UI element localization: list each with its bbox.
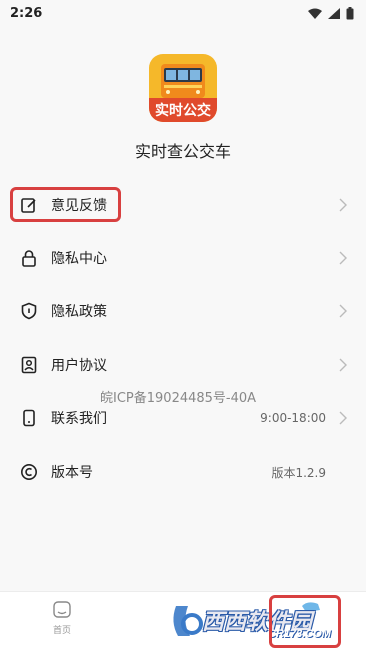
shield-icon bbox=[21, 302, 37, 320]
menu-item-user-agreement[interactable]: 用户协议 bbox=[0, 345, 366, 385]
tab-home[interactable]: 首页 bbox=[42, 600, 82, 644]
menu-label: 隐私中心 bbox=[51, 251, 107, 267]
highlight-feedback bbox=[10, 187, 121, 222]
app-name: 实时查公交车 bbox=[134, 142, 231, 161]
copyright-icon bbox=[21, 464, 37, 480]
menu-value: 版本1.2.9 bbox=[271, 465, 326, 480]
home-icon bbox=[53, 601, 71, 618]
chevron-right-icon bbox=[339, 358, 347, 372]
highlight-tab bbox=[269, 595, 341, 648]
user-doc-icon bbox=[21, 356, 37, 374]
tab-home-label: 首页 bbox=[52, 626, 71, 636]
signal-icon bbox=[328, 7, 340, 19]
menu-item-version: 版本号 版本1.2.9 bbox=[0, 452, 366, 492]
app-icon: 实时公交 bbox=[149, 54, 217, 122]
menu-label: 版本号 bbox=[51, 465, 93, 481]
menu-label: 联系我们 bbox=[51, 411, 107, 427]
wifi-icon bbox=[308, 8, 322, 19]
chevron-right-icon bbox=[339, 411, 347, 425]
battery-icon bbox=[346, 6, 354, 19]
menu-item-privacy-center[interactable]: 隐私中心 bbox=[0, 238, 366, 278]
status-icons bbox=[308, 6, 354, 20]
chevron-right-icon bbox=[339, 304, 347, 318]
menu-item-privacy-policy[interactable]: 隐私政策 bbox=[0, 291, 366, 331]
chevron-right-icon bbox=[339, 251, 347, 265]
app-icon-text: 实时公交 bbox=[155, 103, 211, 119]
menu-item-contact[interactable]: 联系我们 9:00-18:00 bbox=[0, 398, 366, 438]
menu-label: 用户协议 bbox=[51, 358, 107, 374]
status-time: 2:26 bbox=[10, 5, 43, 21]
chevron-right-icon bbox=[339, 198, 347, 212]
lock-icon bbox=[22, 250, 36, 267]
phone-icon bbox=[23, 409, 35, 427]
status-bar: 2:26 bbox=[0, 0, 366, 26]
menu-label: 隐私政策 bbox=[51, 304, 107, 320]
menu-value: 9:00-18:00 bbox=[260, 411, 326, 425]
